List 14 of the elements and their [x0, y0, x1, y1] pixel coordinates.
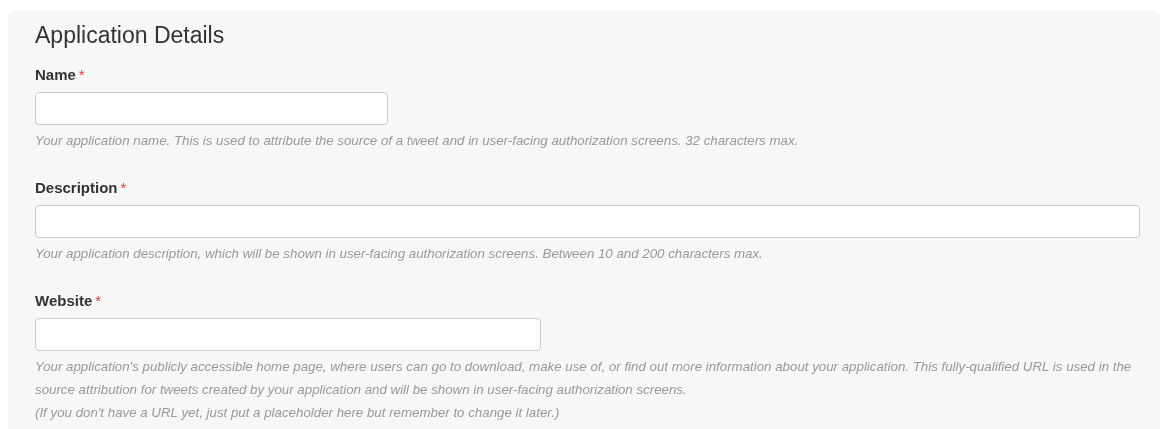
field-label: Name	[35, 66, 76, 83]
input-field[interactable]	[35, 92, 388, 125]
required-mark: *	[78, 66, 85, 83]
help-text: Your application's publicly accessible home page, where users can go to download, make use of, or find out more information about your application. This fully-qualified URL is used in the source attribution for tweets created by your application and will be shown in user-facing authorization screens.	[35, 358, 1133, 399]
input-field[interactable]	[35, 205, 1140, 238]
help-text: Your application name. This is used to attribute the source of a tweet and in user-facing authorization screens. 32 characters max.	[35, 132, 800, 150]
field-label: Description	[35, 179, 118, 196]
help-text: (If you don't have a URL yet, just put a placeholder here but remember to change it later.)	[35, 404, 561, 422]
required-mark: *	[120, 179, 127, 196]
help-text: Your application description, which will be shown in user-facing authorization screens. Between 10 and 200 characters max.	[35, 245, 764, 263]
field-label: Website	[35, 292, 93, 309]
section-title: Application Details	[35, 23, 226, 47]
required-mark: *	[95, 292, 102, 309]
input-field[interactable]	[35, 318, 541, 351]
